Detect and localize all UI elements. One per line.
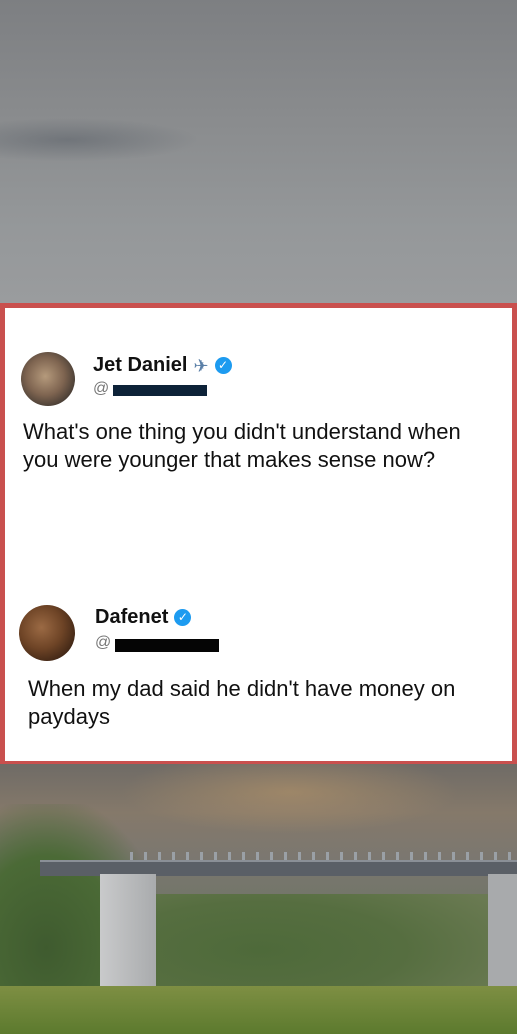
hedge: [0, 986, 517, 1034]
display-name[interactable]: Jet Daniel: [93, 354, 187, 377]
handle[interactable]: @: [93, 380, 109, 397]
handle[interactable]: @: [95, 634, 111, 651]
verified-badge-icon: ✓: [174, 609, 192, 626]
redaction-bar: [113, 385, 207, 396]
airplane-emoji-icon: ✈: [193, 355, 209, 376]
sky-background: [0, 0, 517, 306]
handle-row: @: [93, 380, 207, 402]
redaction-bar: [115, 639, 219, 652]
tweet-text: When my dad said he didn't have money on…: [28, 676, 456, 729]
tweet-text: What's one thing you didn't understand w…: [23, 419, 461, 472]
name-row: Jet Daniel ✈ ✓: [93, 354, 232, 377]
tweet-screenshot-card: Jet Daniel ✈ ✓ @ What's one thing you di…: [0, 303, 517, 766]
verified-badge-icon: ✓: [214, 357, 232, 374]
display-name[interactable]: Dafenet: [95, 606, 168, 629]
avatar[interactable]: [21, 352, 75, 406]
avatar[interactable]: [19, 605, 75, 661]
cloud: [0, 118, 200, 162]
bridge-railing: [130, 852, 517, 860]
name-row: Dafenet ✓: [95, 606, 192, 629]
handle-row: @: [95, 634, 219, 656]
landscape-background: [0, 764, 517, 1034]
sunset-glow: [120, 764, 460, 834]
